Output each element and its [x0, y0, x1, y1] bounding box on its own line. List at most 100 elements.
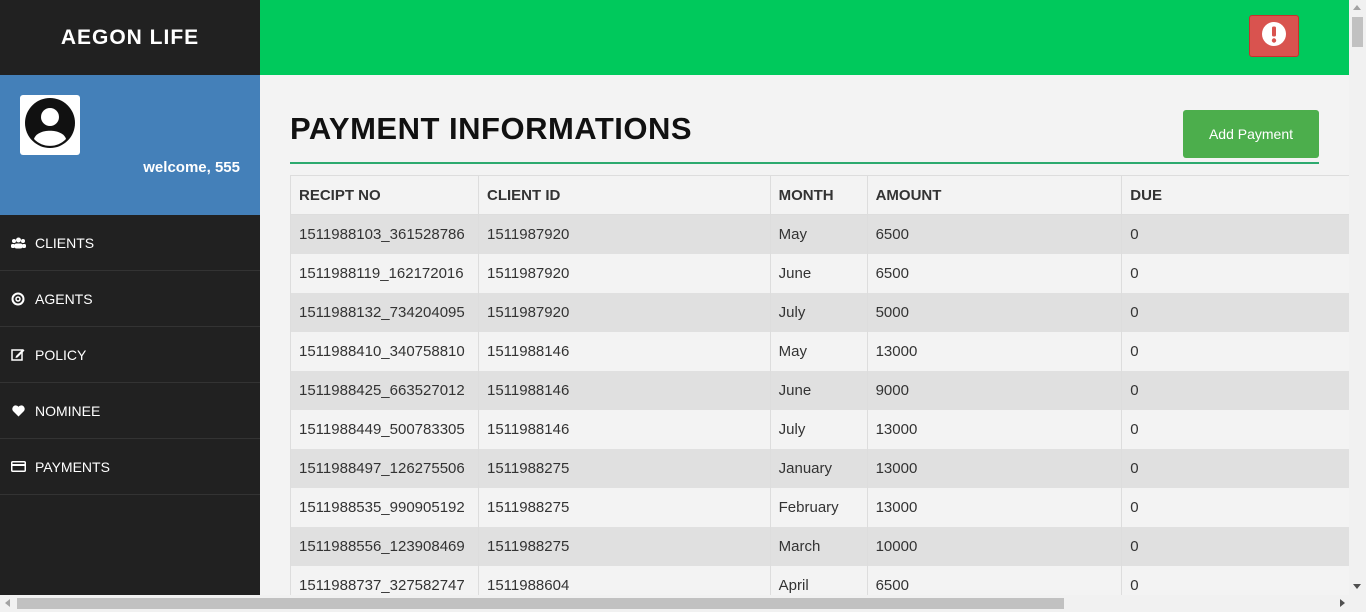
cell-due: 0: [1121, 487, 1349, 527]
table-row[interactable]: 1511988497_126275506 1511988275 January 130…: [290, 448, 1349, 488]
table-row[interactable]: 1511988737_327582747 1511988604 April 6500 0: [290, 565, 1349, 595]
cell-client-id: 1511987920: [477, 292, 771, 332]
cell-client-id: 1511988275: [477, 526, 771, 566]
cell-recipt-no: 1511988737_327582747: [290, 565, 479, 595]
sidebar-item-agents[interactable]: AGENTS: [0, 271, 260, 327]
cell-recipt-no: 1511988103_361528786: [290, 214, 479, 254]
cell-amount: 6500: [866, 253, 1123, 293]
cell-client-id: 1511988146: [477, 370, 771, 410]
cell-due: 0: [1121, 409, 1349, 449]
welcome-text: welcome, 555: [143, 159, 240, 176]
user-avatar-icon: [24, 97, 76, 154]
cell-due: 0: [1121, 565, 1349, 595]
cell-amount: 6500: [866, 214, 1123, 254]
profile-panel: welcome, 555: [0, 75, 260, 215]
cell-month: May: [769, 214, 868, 254]
cell-due: 0: [1121, 214, 1349, 254]
cell-month: March: [769, 526, 868, 566]
cell-due: 0: [1121, 448, 1349, 488]
column-header-client-id[interactable]: CLIENT ID: [477, 175, 771, 215]
credit-card-icon: [10, 460, 26, 474]
edit-icon: [10, 348, 26, 362]
cell-recipt-no: 1511988497_126275506: [290, 448, 479, 488]
cell-client-id: 1511988275: [477, 448, 771, 488]
sidebar-item-payments[interactable]: PAYMENTS: [0, 439, 260, 495]
vertical-scroll-thumb[interactable]: [1352, 17, 1363, 47]
cell-client-id: 1511988146: [477, 331, 771, 371]
cell-due: 0: [1121, 253, 1349, 293]
cell-client-id: 1511987920: [477, 214, 771, 254]
cell-recipt-no: 1511988119_162172016: [290, 253, 479, 293]
table-row[interactable]: 1511988449_500783305 1511988146 July 13000 0: [290, 409, 1349, 449]
cell-recipt-no: 1511988410_340758810: [290, 331, 479, 371]
cell-recipt-no: 1511988132_734204095: [290, 292, 479, 332]
table-row[interactable]: 1511988410_340758810 1511988146 May 13000 0: [290, 331, 1349, 371]
cell-recipt-no: 1511988556_123908469: [290, 526, 479, 566]
title-divider: [290, 162, 1319, 164]
cell-due: 0: [1121, 292, 1349, 332]
cell-recipt-no: 1511988449_500783305: [290, 409, 479, 449]
column-header-due[interactable]: DUE: [1121, 175, 1349, 215]
cell-month: February: [769, 487, 868, 527]
table-row[interactable]: 1511988119_162172016 1511987920 June 6500 0: [290, 253, 1349, 293]
scroll-up-arrow-icon[interactable]: [1353, 5, 1361, 10]
cell-amount: 13000: [866, 331, 1123, 371]
cell-due: 0: [1121, 526, 1349, 566]
vertical-scrollbar[interactable]: [1349, 0, 1366, 595]
cell-client-id: 1511988604: [477, 565, 771, 595]
cell-due: 0: [1121, 370, 1349, 410]
users-icon: [10, 236, 26, 250]
cell-amount: 13000: [866, 448, 1123, 488]
table-row[interactable]: 1511988535_990905192 1511988275 February 13…: [290, 487, 1349, 527]
sidebar-item-label: POLICY: [35, 346, 87, 363]
cell-month: June: [769, 253, 868, 293]
cell-client-id: 1511988146: [477, 409, 771, 449]
heart-icon: [10, 404, 26, 418]
sidebar-item-nominee[interactable]: NOMINEE: [0, 383, 260, 439]
table-row[interactable]: 1511988556_123908469 1511988275 March 10000…: [290, 526, 1349, 566]
scroll-left-arrow-icon[interactable]: [5, 599, 10, 607]
cell-due: 0: [1121, 331, 1349, 371]
scroll-down-arrow-icon[interactable]: [1353, 584, 1361, 589]
cell-client-id: 1511988275: [477, 487, 771, 527]
cell-recipt-no: 1511988535_990905192: [290, 487, 479, 527]
sidebar-nav: CLIENTS AGENTS POLICY NOMINEE PAYMENTS: [0, 215, 260, 495]
cell-month: June: [769, 370, 868, 410]
table-header-row: RECIPT NO CLIENT ID MONTH AMOUNT DUE: [290, 175, 1349, 215]
cell-month: July: [769, 409, 868, 449]
cell-amount: 9000: [866, 370, 1123, 410]
cell-amount: 6500: [866, 565, 1123, 595]
column-header-recipt-no[interactable]: RECIPT NO: [290, 175, 479, 215]
cell-amount: 10000: [866, 526, 1123, 566]
horizontal-scroll-thumb[interactable]: [17, 598, 1064, 609]
add-payment-button[interactable]: Add Payment: [1183, 110, 1319, 158]
table-row[interactable]: 1511988103_361528786 1511987920 May 6500 0: [290, 214, 1349, 254]
cell-amount: 13000: [866, 409, 1123, 449]
page-title: PAYMENT INFORMATIONS: [290, 111, 693, 146]
avatar[interactable]: [20, 95, 80, 155]
column-header-month[interactable]: MONTH: [769, 175, 868, 215]
sidebar-item-label: PAYMENTS: [35, 458, 110, 475]
lifebuoy-icon: [10, 292, 26, 306]
sidebar-item-policy[interactable]: POLICY: [0, 327, 260, 383]
sidebar-item-label: AGENTS: [35, 290, 93, 307]
column-header-amount[interactable]: AMOUNT: [866, 175, 1123, 215]
main-content: PAYMENT INFORMATIONS Add Payment RECIPT …: [260, 75, 1349, 595]
cell-month: May: [769, 331, 868, 371]
cell-amount: 5000: [866, 292, 1123, 332]
table-row[interactable]: 1511988425_663527012 1511988146 June 9000 0: [290, 370, 1349, 410]
horizontal-scrollbar[interactable]: [0, 595, 1366, 612]
table-row[interactable]: 1511988132_734204095 1511987920 July 5000 0: [290, 292, 1349, 332]
cell-client-id: 1511987920: [477, 253, 771, 293]
alert-button[interactable]: [1249, 15, 1299, 57]
sidebar-item-label: NOMINEE: [35, 402, 101, 419]
cell-month: July: [769, 292, 868, 332]
brand-logo[interactable]: AEGON LIFE: [0, 0, 260, 75]
scroll-right-arrow-icon[interactable]: [1340, 599, 1345, 607]
top-bar: [260, 0, 1349, 75]
cell-amount: 13000: [866, 487, 1123, 527]
sidebar-item-clients[interactable]: CLIENTS: [0, 215, 260, 271]
payments-table: RECIPT NO CLIENT ID MONTH AMOUNT DUE 151…: [290, 175, 1349, 595]
cell-month: January: [769, 448, 868, 488]
cell-month: April: [769, 565, 868, 595]
